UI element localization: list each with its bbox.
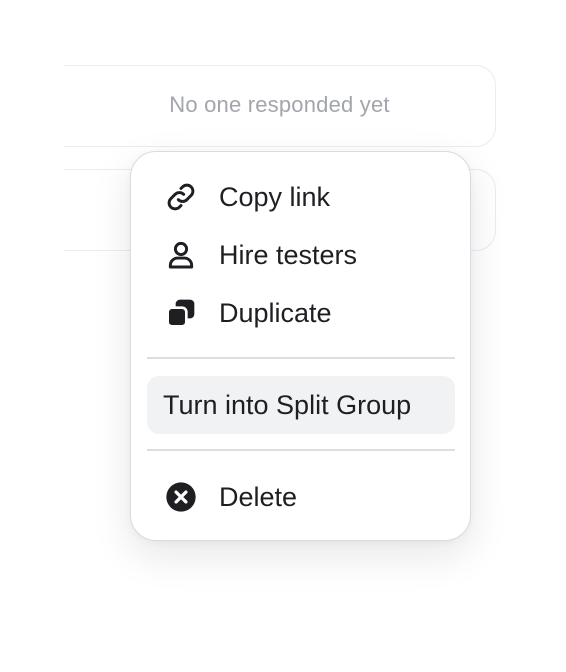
duplicate-label: Duplicate bbox=[219, 297, 332, 328]
empty-responses-text: No one responded yet bbox=[169, 92, 390, 117]
delete-label: Delete bbox=[219, 481, 298, 512]
context-menu: Copy link Hire testers Duplicate Turn in… bbox=[130, 151, 471, 541]
close-circle-icon bbox=[163, 479, 199, 515]
delete-menu-item[interactable]: Delete bbox=[147, 468, 455, 526]
user-icon bbox=[163, 237, 199, 273]
hire-testers-menu-item[interactable]: Hire testers bbox=[147, 226, 455, 284]
menu-divider bbox=[147, 449, 455, 451]
copy-link-label: Copy link bbox=[219, 181, 331, 212]
split-group-menu-item[interactable]: Turn into Split Group bbox=[147, 376, 455, 434]
duplicate-menu-item[interactable]: Duplicate bbox=[147, 284, 455, 342]
split-group-label: Turn into Split Group bbox=[163, 389, 412, 420]
menu-divider bbox=[147, 357, 455, 359]
duplicate-icon bbox=[163, 295, 199, 331]
response-card: No one responded yet bbox=[64, 65, 496, 147]
hire-testers-label: Hire testers bbox=[219, 239, 358, 270]
link-icon bbox=[163, 179, 199, 215]
copy-link-menu-item[interactable]: Copy link bbox=[147, 168, 455, 226]
